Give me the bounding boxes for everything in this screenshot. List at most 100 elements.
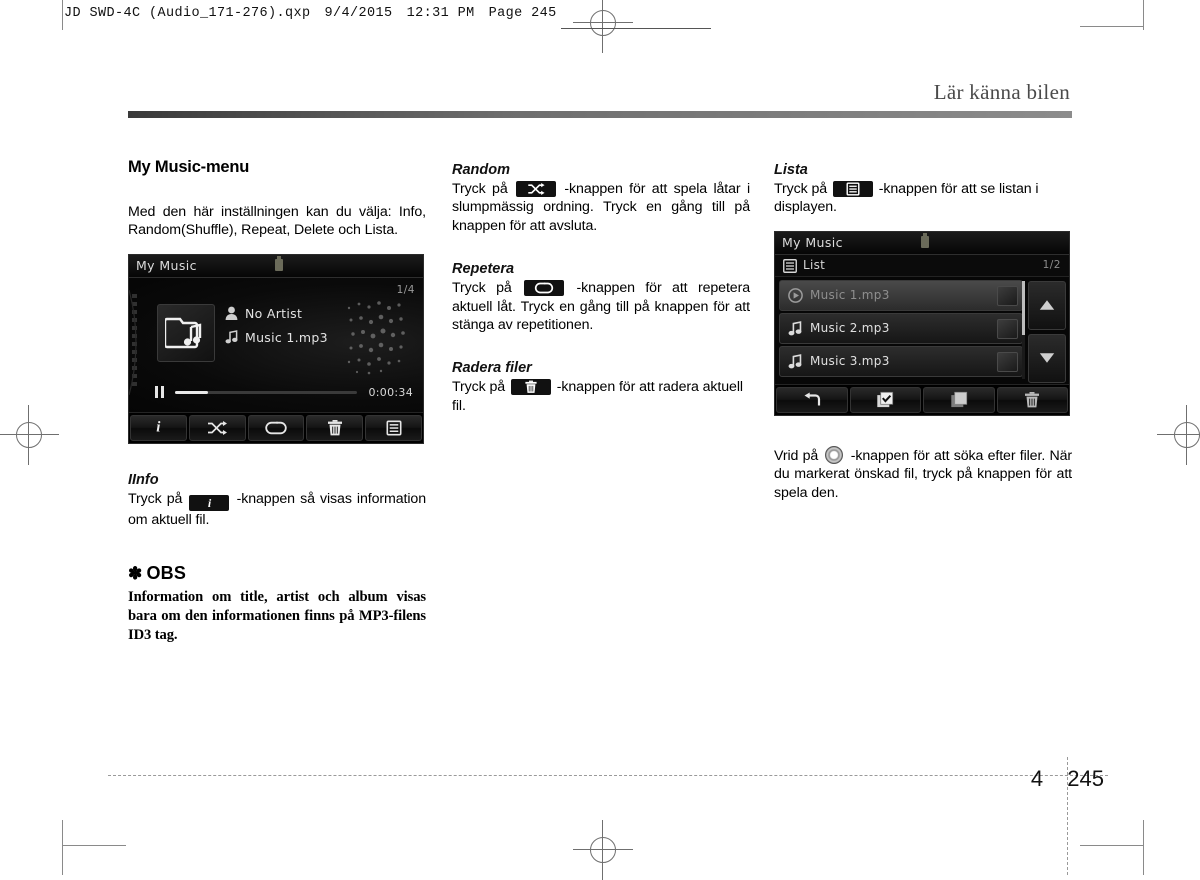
list-icon bbox=[783, 258, 797, 277]
album-art bbox=[157, 303, 215, 362]
progress-area: 0:00:34 bbox=[155, 385, 413, 399]
back-button[interactable] bbox=[776, 386, 848, 413]
slug-rule bbox=[561, 28, 711, 29]
info-text-before: Tryck på bbox=[128, 490, 183, 507]
header-rule bbox=[128, 111, 1072, 118]
pause-icon bbox=[155, 385, 165, 398]
scrollbar[interactable] bbox=[1022, 280, 1025, 379]
random-text-before: Tryck på bbox=[452, 181, 508, 197]
manual-page: JD SWD-4C (Audio_171-276).qxp 9/4/2015 12:… bbox=[0, 0, 1200, 880]
info-heading: IInfo bbox=[128, 471, 159, 488]
player-body: 1/4 No Artist Music 1.mp3 0:00:34 bbox=[129, 277, 423, 412]
list-screenshot: My Music List 1/2 Music 1.mp3 Music 2.mp… bbox=[774, 230, 1070, 416]
random-paragraph: Tryck på -knappen för att spela låtar i … bbox=[452, 180, 750, 235]
info-button[interactable]: i bbox=[130, 414, 187, 441]
list-item-label: Music 3.mp3 bbox=[810, 353, 890, 368]
deselect-all-button[interactable] bbox=[923, 386, 995, 413]
crop-line-left-bottom bbox=[62, 820, 63, 875]
delete-text-before: Tryck på bbox=[452, 379, 506, 396]
note-icon bbox=[225, 330, 238, 344]
column-left: My Music-menu Med den här inställningen … bbox=[128, 158, 426, 645]
random-heading: Random bbox=[452, 162, 510, 178]
registration-mark-top-center bbox=[573, 0, 633, 53]
slug-filename: JD SWD-4C (Audio_171-276).qxp bbox=[64, 6, 311, 21]
chapter-number: 4 bbox=[1030, 766, 1044, 791]
list-text-before: Tryck på bbox=[774, 181, 828, 197]
slug-time: 12:31 PM bbox=[406, 6, 475, 21]
running-head: Lär känna bilen bbox=[933, 80, 1070, 104]
list-button-chip bbox=[832, 181, 873, 197]
list-item-label: Music 2.mp3 bbox=[810, 320, 890, 335]
person-icon bbox=[225, 306, 238, 321]
footer-rule bbox=[108, 775, 1108, 776]
scroll-up-button[interactable] bbox=[1028, 280, 1066, 330]
note-body: Information om title, artist och album v… bbox=[128, 589, 426, 644]
list-item[interactable]: Music 2.mp3 bbox=[779, 312, 1023, 344]
progress-bar[interactable] bbox=[175, 390, 357, 394]
crop-line-top-right bbox=[1080, 26, 1144, 27]
shuffle-button[interactable] bbox=[188, 414, 246, 441]
list-item[interactable]: Music 1.mp3 bbox=[779, 279, 1023, 311]
artist-row: No Artist bbox=[225, 306, 328, 321]
crop-line-left-top bbox=[62, 0, 63, 30]
list-paragraph: Tryck på -knappen för att se listan i di… bbox=[774, 180, 1072, 217]
info-icon: i bbox=[156, 419, 161, 436]
list-item[interactable]: Music 3.mp3 bbox=[779, 345, 1023, 377]
empty-box-icon bbox=[951, 391, 967, 407]
crop-line-bottom-left bbox=[62, 845, 126, 846]
list-item-label: Music 1.mp3 bbox=[810, 287, 890, 302]
print-slug: JD SWD-4C (Audio_171-276).qxp 9/4/2015 12:… bbox=[64, 6, 711, 29]
crop-line-right-bottom bbox=[1143, 820, 1144, 875]
list-page-counter: 1/2 bbox=[1042, 258, 1061, 271]
column-right: Lista Tryck på -knappen för att se lista… bbox=[774, 162, 1072, 510]
list-title-bar: My Music bbox=[775, 231, 1069, 255]
shuffle-button-chip bbox=[516, 181, 557, 197]
list-button[interactable] bbox=[365, 414, 422, 441]
list-item-checkbox[interactable] bbox=[997, 318, 1018, 339]
rotary-knob-icon bbox=[825, 445, 844, 464]
info-paragraph: Tryck på i -knappen så visas information… bbox=[128, 490, 426, 529]
list-button-bar bbox=[775, 383, 1069, 415]
repeat-heading: Repetera bbox=[452, 261, 515, 278]
asterisk-icon: ✽ bbox=[128, 564, 143, 584]
list-item-checkbox[interactable] bbox=[997, 285, 1018, 306]
halftone-decoration bbox=[347, 301, 405, 375]
artist-name: No Artist bbox=[245, 305, 303, 321]
usb-icon bbox=[921, 232, 929, 248]
delete-button[interactable] bbox=[306, 414, 364, 441]
trash-button-chip bbox=[510, 379, 551, 396]
list-screen-title: My Music bbox=[782, 234, 843, 250]
trash-icon bbox=[327, 419, 342, 436]
repeat-button[interactable] bbox=[247, 414, 305, 441]
folder-music-icon bbox=[165, 317, 202, 349]
page-title: My Music-menu bbox=[128, 158, 250, 176]
select-all-button[interactable] bbox=[849, 386, 921, 413]
scroll-buttons bbox=[1028, 280, 1066, 383]
delete-heading: Radera filer bbox=[452, 360, 532, 377]
registration-mark-left-middle bbox=[0, 405, 59, 465]
player-title: My Music bbox=[136, 257, 197, 273]
list-rows-area: Music 1.mp3 Music 2.mp3 Music 3.mp3 bbox=[775, 276, 1069, 384]
delete-button[interactable] bbox=[996, 386, 1068, 413]
list-sub-label: List bbox=[803, 257, 826, 272]
player-screenshot: My Music 1/4 No Artist Music 1.mp3 0:00:… bbox=[128, 253, 424, 444]
shuffle-icon bbox=[208, 420, 228, 435]
note-title: ✽ OBS bbox=[128, 563, 426, 584]
player-button-bar: i bbox=[129, 411, 423, 443]
player-title-bar: My Music bbox=[129, 254, 423, 278]
crop-line-bottom-right bbox=[1080, 845, 1144, 846]
slug-page: Page 245 bbox=[488, 6, 557, 21]
repeat-button-chip bbox=[524, 280, 565, 297]
knob-text-before: Vrid på bbox=[774, 447, 819, 464]
track-name: Music 1.mp3 bbox=[245, 329, 328, 345]
list-item-checkbox[interactable] bbox=[997, 351, 1018, 372]
knob-paragraph: Vrid på -knappen för att söka efter file… bbox=[774, 445, 1073, 502]
track-row: Music 1.mp3 bbox=[225, 330, 328, 345]
knob-text-after: -knappen för att söka efter filer. När d… bbox=[774, 447, 1073, 501]
scroll-down-button[interactable] bbox=[1028, 333, 1066, 383]
note-title-text: OBS bbox=[146, 563, 187, 584]
trash-icon bbox=[525, 381, 537, 394]
page-number: 245 bbox=[1067, 766, 1104, 791]
elapsed-time: 0:00:34 bbox=[368, 385, 413, 399]
track-metadata: No Artist Music 1.mp3 bbox=[225, 306, 328, 354]
